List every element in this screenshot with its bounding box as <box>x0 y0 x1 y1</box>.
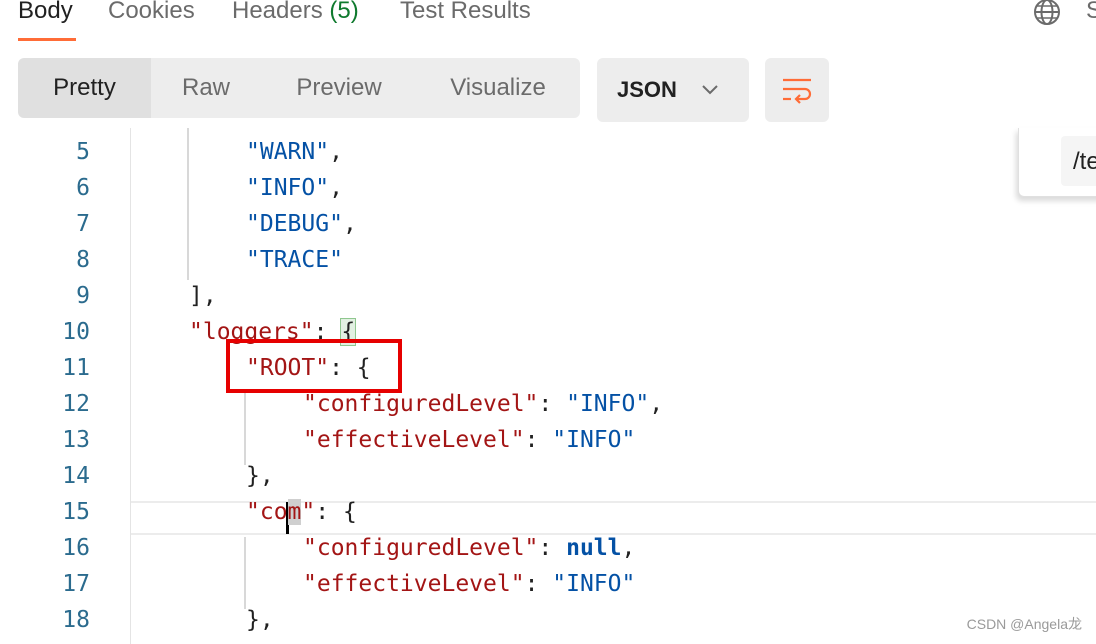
tab-body[interactable]: Body <box>18 0 73 28</box>
code-token: : <box>538 391 567 417</box>
line-number: 10 <box>62 319 90 345</box>
line-number: 18 <box>62 607 90 633</box>
code-line: "configuredLevel": "INFO", <box>303 391 663 417</box>
code-token: : { <box>315 499 357 525</box>
code-token: : <box>524 427 553 453</box>
line-number: 9 <box>76 283 90 309</box>
code-token: , <box>329 139 343 165</box>
code-token: "INFO" <box>552 427 636 453</box>
code-token: "effectiveLevel" <box>303 571 525 597</box>
code-token: "WARN" <box>246 139 330 165</box>
side-panel: /te <box>1018 128 1096 197</box>
code-line: "DEBUG", <box>246 211 357 237</box>
side-panel-input[interactable]: /te <box>1061 136 1096 186</box>
active-tab-indicator <box>18 38 76 41</box>
line-number: 5 <box>76 139 90 165</box>
gutter-divider <box>130 128 131 644</box>
code-line: "WARN", <box>246 139 343 165</box>
tab-headers[interactable]: Headers (5) <box>232 0 359 28</box>
code-token: "DEBUG" <box>246 211 343 237</box>
truncated-tab-label[interactable]: S <box>1086 0 1096 28</box>
code-token: "TRACE" <box>246 247 343 273</box>
code-token: , <box>649 391 664 417</box>
wrap-lines-button[interactable] <box>765 58 829 122</box>
annotation-highlight-box <box>226 339 402 393</box>
line-number: 7 <box>76 211 90 237</box>
format-select-value: JSON <box>617 77 677 102</box>
code-token: , <box>329 175 343 201</box>
chevron-down-icon <box>702 85 718 95</box>
code-token: "co <box>246 499 288 525</box>
line-number: 13 <box>62 427 90 453</box>
line-number: 14 <box>62 463 90 489</box>
code-line: }, <box>246 607 274 633</box>
code-token: , <box>621 535 636 561</box>
code-token: "INFO" <box>246 175 330 201</box>
line-number: 11 <box>62 355 90 381</box>
code-token: , <box>342 211 357 237</box>
tab-headers-label: Headers <box>232 0 323 24</box>
watermark: CSDN @Angela龙 <box>966 616 1082 632</box>
tab-cookies[interactable]: Cookies <box>108 0 195 28</box>
code-line: "TRACE" <box>246 247 343 273</box>
code-line: "configuredLevel": null, <box>303 535 635 561</box>
indent-guide <box>244 537 246 609</box>
code-token: }, <box>246 607 274 633</box>
code-token: " <box>301 499 316 525</box>
line-number: 15 <box>62 499 90 525</box>
line-number: 12 <box>62 391 90 417</box>
code-line: "ERROR", <box>246 128 357 129</box>
code-line: "effectiveLevel": "INFO" <box>303 571 635 597</box>
code-line: }, <box>246 463 274 489</box>
line-number: 17 <box>62 571 90 597</box>
line-number: 6 <box>76 175 90 201</box>
tab-test-results[interactable]: Test Results <box>400 0 531 28</box>
view-raw-button[interactable]: Raw <box>151 58 261 118</box>
indent-guide <box>244 393 246 465</box>
view-visualize-button[interactable]: Visualize <box>430 58 566 118</box>
view-mode-segmented-control: Pretty Raw Preview Visualize <box>18 58 580 118</box>
code-token: "ERROR" <box>246 128 343 129</box>
code-token: "INFO" <box>566 391 650 417</box>
code-line: "effectiveLevel": "INFO" <box>303 427 635 453</box>
response-tabs: Body Cookies Headers (5) Test Results S <box>0 0 1096 46</box>
indent-guide <box>187 128 189 280</box>
code-token: "INFO" <box>552 571 636 597</box>
view-preview-button[interactable]: Preview <box>274 58 404 118</box>
side-panel-input-value: /te <box>1073 148 1096 175</box>
line-number: 16 <box>62 535 90 561</box>
code-token: "configuredLevel" <box>303 535 539 561</box>
code-token: : <box>524 571 553 597</box>
globe-icon[interactable] <box>1032 0 1062 27</box>
line-number: 8 <box>76 247 90 273</box>
line-number: 4 <box>40 128 90 129</box>
code-line: "INFO", <box>246 175 343 201</box>
format-select[interactable]: JSON <box>597 58 749 122</box>
tab-headers-count: (5) <box>329 0 359 24</box>
code-line: "com": { <box>246 499 357 525</box>
code-token: "effectiveLevel" <box>303 427 525 453</box>
code-token: ], <box>189 283 217 309</box>
view-pretty-button[interactable]: Pretty <box>18 58 151 118</box>
code-token: "configuredLevel" <box>303 391 539 417</box>
code-token: }, <box>246 463 274 489</box>
code-token: : <box>538 535 567 561</box>
wrap-lines-icon <box>783 78 812 104</box>
response-body-editor[interactable]: 4 "ERROR", 5 "WARN", 6 "INFO", 7 "DEBUG", 8 "TRAC… <box>0 128 1096 644</box>
code-token: , <box>343 128 357 129</box>
code-line: ], <box>189 283 217 309</box>
code-token: m <box>287 499 302 525</box>
code-token: null <box>566 535 622 561</box>
